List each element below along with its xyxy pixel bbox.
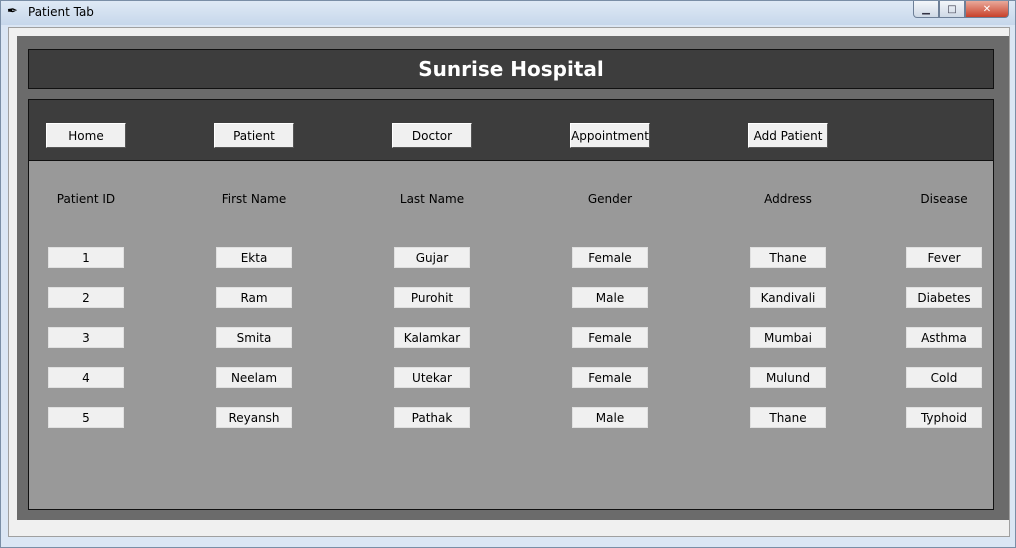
cell-address: Thane bbox=[750, 247, 826, 268]
close-button[interactable]: ✕ bbox=[965, 1, 1009, 18]
column-header-address: Address bbox=[764, 192, 812, 206]
cell-gender: Male bbox=[572, 407, 648, 428]
minimize-icon: ▁ bbox=[922, 3, 930, 15]
window-title: Patient Tab bbox=[28, 5, 94, 19]
cell-gender: Male bbox=[572, 287, 648, 308]
column-header-patient-id: Patient ID bbox=[56, 192, 116, 206]
cell-gender: Female bbox=[572, 247, 648, 268]
cell-first-name: Ram bbox=[216, 287, 292, 308]
cell-patient-id: 2 bbox=[48, 287, 124, 308]
main-frame: Sunrise Hospital Home Patient Doctor App… bbox=[17, 36, 1009, 520]
column-header-first-name: First Name bbox=[221, 192, 287, 206]
cell-gender: Female bbox=[572, 327, 648, 348]
cell-patient-id: 3 bbox=[48, 327, 124, 348]
cell-patient-id: 4 bbox=[48, 367, 124, 388]
cell-disease: Cold bbox=[906, 367, 982, 388]
patient-panel: Home Patient Doctor Appointment Add Pati… bbox=[28, 99, 994, 510]
cell-first-name: Neelam bbox=[216, 367, 292, 388]
cell-gender: Female bbox=[572, 367, 648, 388]
cell-last-name: Utekar bbox=[394, 367, 470, 388]
patient-tab-window: ✒ Patient Tab ▁ □ ✕ Sunrise Hospital Hom… bbox=[0, 0, 1016, 548]
cell-disease: Typhoid bbox=[906, 407, 982, 428]
doctor-button[interactable]: Doctor bbox=[392, 123, 472, 148]
maximize-button[interactable]: □ bbox=[939, 1, 965, 18]
add-patient-button[interactable]: Add Patient bbox=[748, 123, 828, 148]
hospital-title: Sunrise Hospital bbox=[418, 57, 604, 81]
home-button[interactable]: Home bbox=[46, 123, 126, 148]
column-header-last-name: Last Name bbox=[399, 192, 465, 206]
maximize-icon: □ bbox=[947, 3, 957, 15]
cell-patient-id: 5 bbox=[48, 407, 124, 428]
cell-disease: Fever bbox=[906, 247, 982, 268]
cell-last-name: Kalamkar bbox=[394, 327, 470, 348]
feather-icon: ✒ bbox=[7, 4, 18, 19]
window-controls: ▁ □ ✕ bbox=[913, 1, 1009, 18]
column-header-gender: Gender bbox=[587, 192, 633, 206]
navigation-bar: Home Patient Doctor Appointment Add Pati… bbox=[29, 100, 993, 161]
close-icon: ✕ bbox=[982, 3, 992, 15]
cell-address: Thane bbox=[750, 407, 826, 428]
cell-disease: Diabetes bbox=[906, 287, 982, 308]
cell-patient-id: 1 bbox=[48, 247, 124, 268]
column-header-disease: Disease bbox=[920, 192, 968, 206]
cell-first-name: Smita bbox=[216, 327, 292, 348]
cell-address: Kandivali bbox=[750, 287, 826, 308]
cell-last-name: Pathak bbox=[394, 407, 470, 428]
cell-first-name: Ekta bbox=[216, 247, 292, 268]
title-bar[interactable]: ✒ Patient Tab ▁ □ ✕ bbox=[1, 1, 1015, 25]
cell-first-name: Reyansh bbox=[216, 407, 292, 428]
cell-last-name: Gujar bbox=[394, 247, 470, 268]
client-area: Sunrise Hospital Home Patient Doctor App… bbox=[8, 27, 1010, 537]
appointment-button[interactable]: Appointment bbox=[570, 123, 650, 148]
hospital-header: Sunrise Hospital bbox=[28, 49, 994, 89]
cell-disease: Asthma bbox=[906, 327, 982, 348]
cell-address: Mumbai bbox=[750, 327, 826, 348]
minimize-button[interactable]: ▁ bbox=[913, 1, 939, 18]
patient-button[interactable]: Patient bbox=[214, 123, 294, 148]
cell-address: Mulund bbox=[750, 367, 826, 388]
cell-last-name: Purohit bbox=[394, 287, 470, 308]
